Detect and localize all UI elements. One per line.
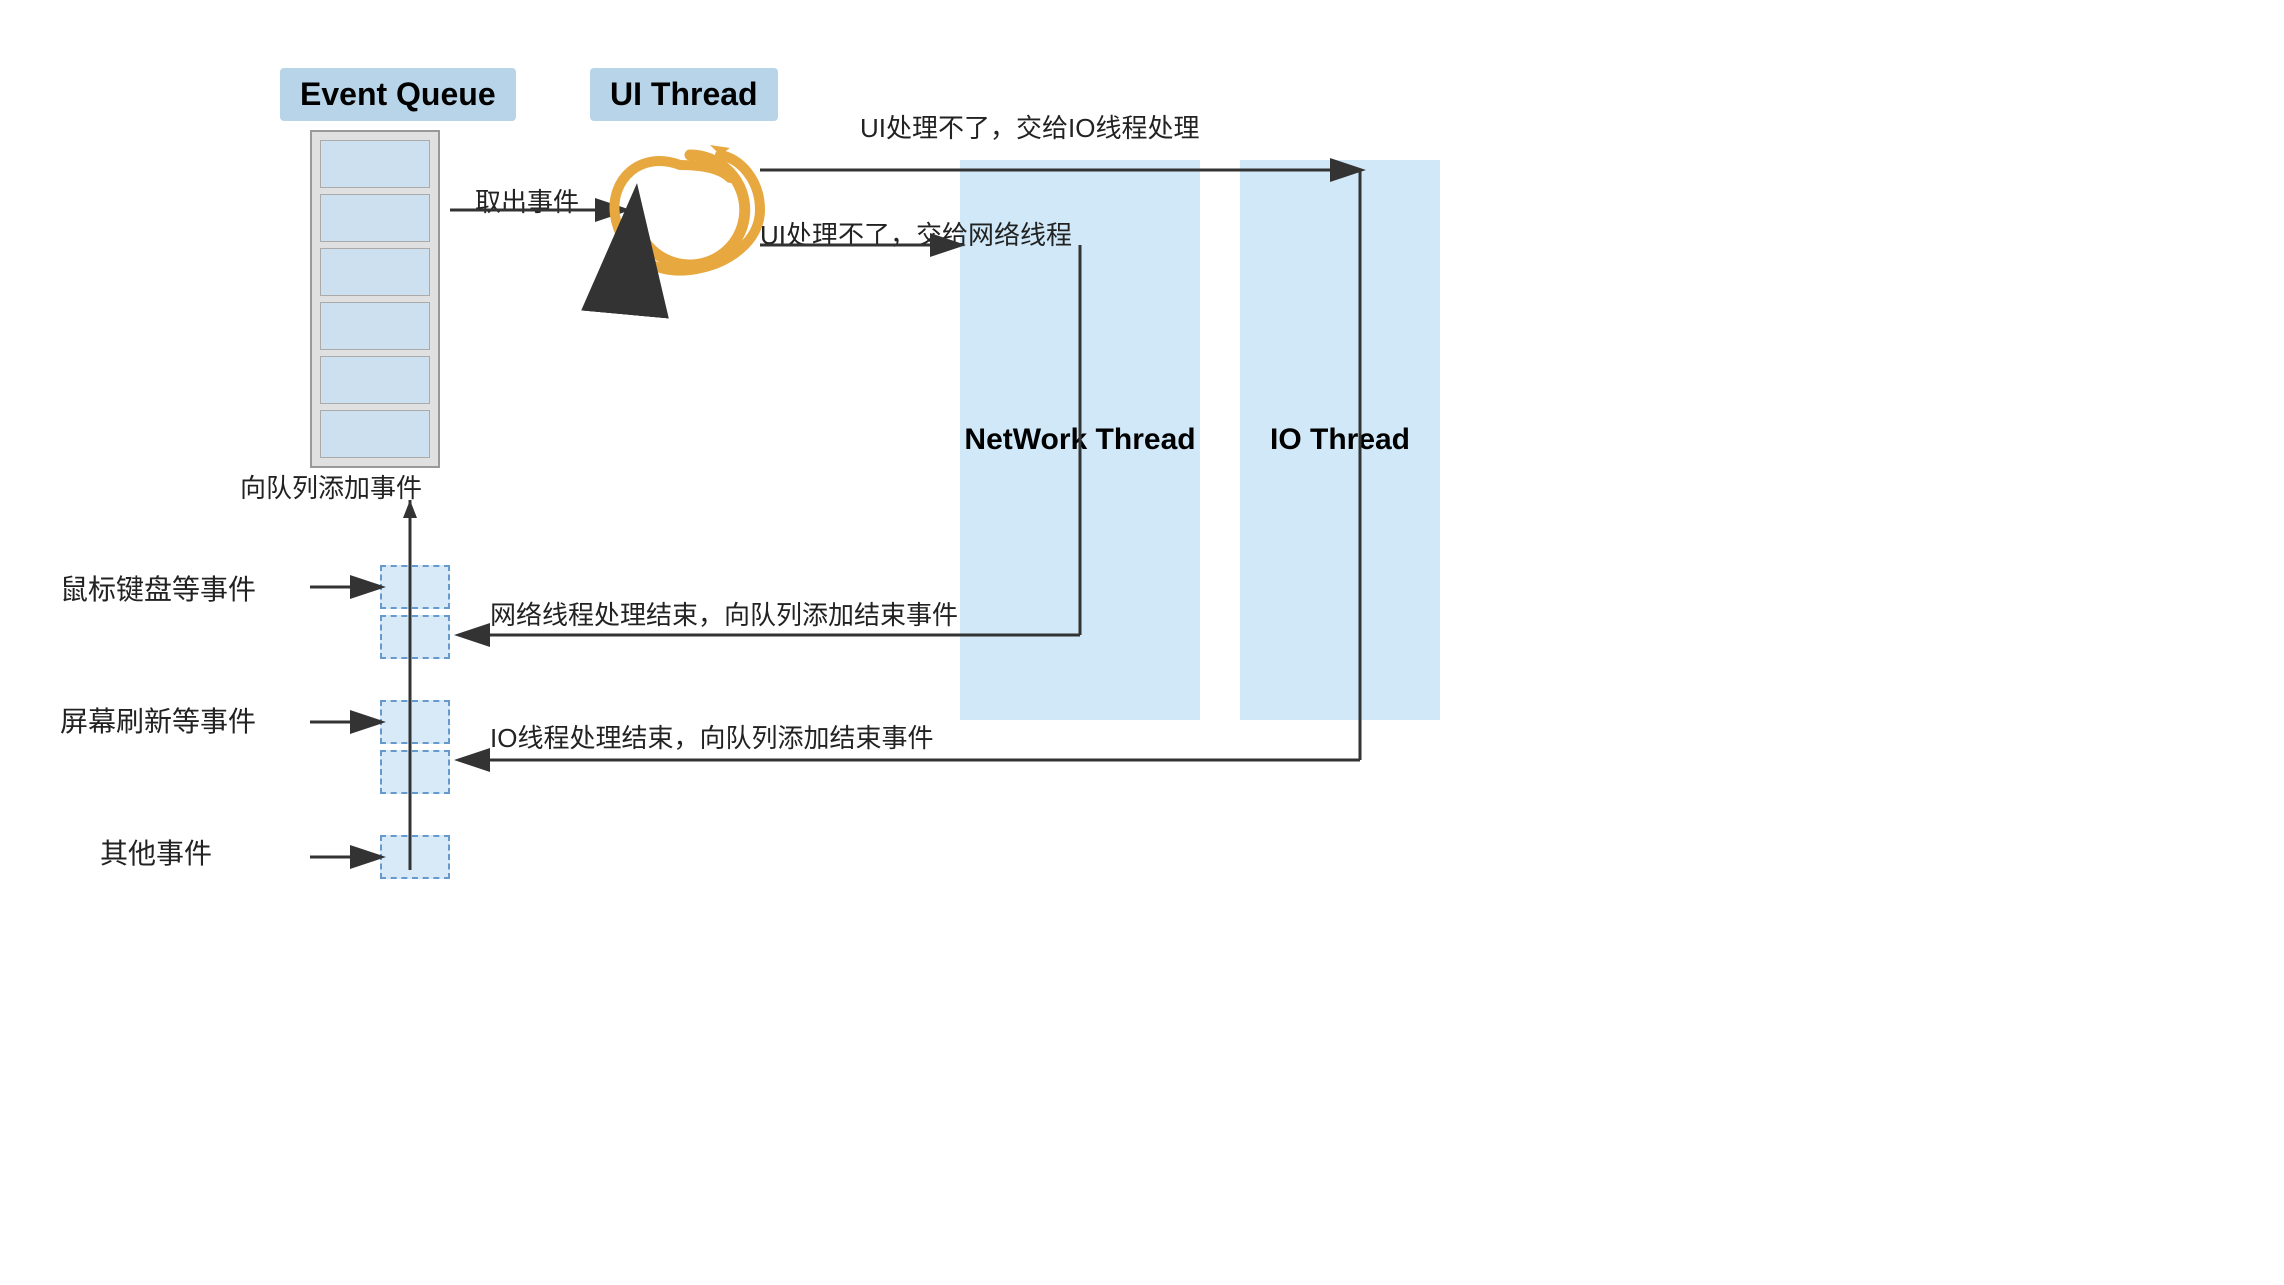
ui-thread-header: UI Thread <box>590 68 778 121</box>
queue-item-5 <box>320 356 430 404</box>
queue-item-2 <box>320 194 430 242</box>
take-event-label: 取出事件 <box>475 182 579 219</box>
add-event-label: 向队列添加事件 <box>240 468 422 505</box>
diagram-container: Event Queue UI Thread NetWork Thread IO … <box>0 0 2284 1285</box>
queue-item-3 <box>320 248 430 296</box>
event-queue-container <box>310 130 440 468</box>
screen-event-box <box>380 700 450 744</box>
ui-to-io-label: UI处理不了，交给IO线程处理 <box>860 108 1199 145</box>
io-return-event-box <box>380 750 450 794</box>
screen-refresh-label: 屏幕刷新等事件 <box>60 700 256 740</box>
queue-item-4 <box>320 302 430 350</box>
other-events-label: 其他事件 <box>100 832 212 872</box>
event-queue-header: Event Queue <box>280 68 516 121</box>
mouse-keyboard-label: 鼠标键盘等事件 <box>60 568 256 608</box>
network-done-label: 网络线程处理结束，向队列添加结束事件 <box>490 595 958 632</box>
io-thread-box: IO Thread <box>1240 160 1440 720</box>
network-return-event-box <box>380 615 450 659</box>
io-done-label: IO线程处理结束，向队列添加结束事件 <box>490 718 933 755</box>
mouse-event-box <box>380 565 450 609</box>
other-event-box <box>380 835 450 879</box>
queue-item-6 <box>320 410 430 458</box>
ui-to-network-label: UI处理不了，交给网络线程 <box>760 215 1072 252</box>
queue-item-1 <box>320 140 430 188</box>
